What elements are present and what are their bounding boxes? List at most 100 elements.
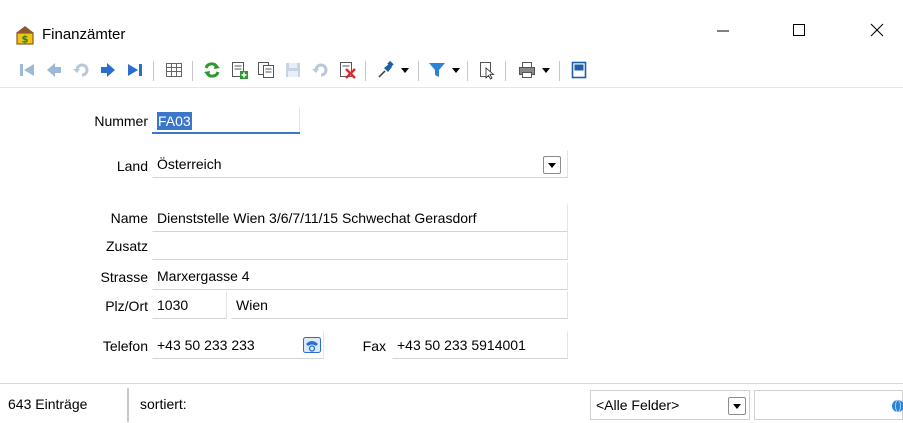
print-button[interactable] <box>514 57 540 83</box>
pin-dropdown-button[interactable] <box>398 57 412 83</box>
table-view-icon <box>166 63 182 77</box>
plzort-label: Plz/Ort <box>105 298 148 314</box>
zusatz-label: Zusatz <box>105 238 148 254</box>
nummer-label: Nummer <box>94 113 148 129</box>
nummer-value: FA03 <box>157 112 192 130</box>
document-cursor-button[interactable] <box>474 57 500 83</box>
toolbar-separator <box>153 61 154 81</box>
save-icon <box>286 63 300 77</box>
delete-icon <box>340 62 356 79</box>
undo-navigation-icon <box>73 63 89 77</box>
finanzamt-building-icon: $ <box>15 25 35 46</box>
sorted-label: sortiert: <box>140 396 187 412</box>
next-record-button[interactable] <box>95 57 121 83</box>
delete-button[interactable] <box>334 57 360 83</box>
maximize-button[interactable] <box>776 14 822 46</box>
nummer-focus-underline <box>152 132 300 134</box>
ort-field[interactable]: Wien <box>231 291 568 319</box>
next-record-icon <box>101 63 115 77</box>
toolbar <box>0 52 903 88</box>
filter-dropdown-button[interactable] <box>449 57 463 83</box>
undo-navigation-button[interactable] <box>68 57 94 83</box>
save-button[interactable] <box>280 57 306 83</box>
search-field-value: <Alle Felder> <box>596 397 680 413</box>
undo-button[interactable] <box>307 57 333 83</box>
search-button[interactable] <box>888 397 903 415</box>
plz-value: 1030 <box>157 297 189 313</box>
window-title: Finanzämter <box>42 26 126 43</box>
refresh-button[interactable] <box>199 57 225 83</box>
title-bar: $ Finanzämter <box>0 0 903 48</box>
first-record-button[interactable] <box>14 57 40 83</box>
table-view-button[interactable] <box>161 57 187 83</box>
copy-record-button[interactable] <box>253 57 279 83</box>
name-value: Dienststelle Wien 3/6/7/11/15 Schwechat … <box>157 210 477 226</box>
print-icon <box>519 62 535 78</box>
strasse-value: Marxergasse 4 <box>157 268 250 284</box>
print-dropdown-button[interactable] <box>539 57 553 83</box>
fax-field[interactable]: +43 50 233 5914001 <box>392 331 568 359</box>
strasse-label: Strasse <box>100 269 148 285</box>
status-bar: 643 Einträge sortiert: <Alle Felder> <box>0 383 903 423</box>
toolbar-separator <box>418 61 419 81</box>
refresh-icon <box>204 62 220 78</box>
first-record-icon <box>20 64 34 76</box>
toolbar-separator <box>192 61 193 81</box>
chevron-down-icon <box>401 68 409 73</box>
undo-icon <box>312 63 328 77</box>
svg-text:$: $ <box>22 35 29 46</box>
close-icon <box>870 23 884 37</box>
pin-icon <box>378 60 394 78</box>
name-label: Name <box>110 210 148 226</box>
filter-icon <box>429 63 445 77</box>
toolbar-separator <box>365 61 366 81</box>
toolbar-separator <box>505 61 506 81</box>
land-value: Österreich <box>157 156 222 172</box>
fax-value: +43 50 233 5914001 <box>397 337 526 353</box>
previous-record-button[interactable] <box>41 57 67 83</box>
ort-value: Wien <box>236 297 268 313</box>
land-select[interactable]: Österreich <box>152 150 568 178</box>
last-record-icon <box>128 64 142 76</box>
telefon-label: Telefon <box>102 338 148 354</box>
last-record-button[interactable] <box>122 57 148 83</box>
minimize-button[interactable] <box>700 14 746 46</box>
search-field-dropdown-button[interactable] <box>728 397 746 415</box>
fax-label: Fax <box>362 338 386 354</box>
maximize-icon <box>793 24 805 36</box>
chevron-down-icon <box>542 68 550 73</box>
plz-field[interactable]: 1030 <box>152 291 227 319</box>
nummer-field[interactable]: FA03 <box>152 107 300 135</box>
record-count: 643 Einträge <box>8 396 88 412</box>
telephone-icon <box>303 337 321 353</box>
toolbar-separator <box>467 61 468 81</box>
chevron-down-icon <box>452 68 460 73</box>
previous-record-icon <box>47 63 61 77</box>
document-cursor-icon <box>480 62 495 80</box>
toolbar-separator <box>559 61 560 81</box>
chevron-down-icon <box>548 163 556 168</box>
land-dropdown-button[interactable] <box>543 156 561 174</box>
new-record-button[interactable] <box>226 57 252 83</box>
dial-phone-button[interactable] <box>302 335 322 355</box>
land-label: Land <box>116 158 148 174</box>
layout-icon <box>571 61 587 79</box>
search-input[interactable] <box>754 390 903 420</box>
zusatz-field[interactable] <box>152 232 568 260</box>
minimize-icon <box>717 30 729 32</box>
search-field-select[interactable]: <Alle Felder> <box>590 390 750 420</box>
status-separator <box>127 388 129 422</box>
telefon-field[interactable]: +43 50 233 233 <box>152 331 324 359</box>
strasse-field[interactable]: Marxergasse 4 <box>152 262 568 290</box>
layout-button[interactable] <box>566 57 592 83</box>
pin-button[interactable] <box>373 57 399 83</box>
new-record-icon <box>232 62 248 79</box>
telefon-value: +43 50 233 233 <box>157 337 255 353</box>
name-field[interactable]: Dienststelle Wien 3/6/7/11/15 Schwechat … <box>152 204 568 232</box>
copy-record-icon <box>258 62 274 78</box>
close-button[interactable] <box>854 14 900 46</box>
record-form: Nummer FA03 Land Österreich Name Diensts… <box>0 90 903 380</box>
chevron-down-icon <box>733 404 741 409</box>
globe-search-icon <box>892 399 903 413</box>
filter-button[interactable] <box>424 57 450 83</box>
